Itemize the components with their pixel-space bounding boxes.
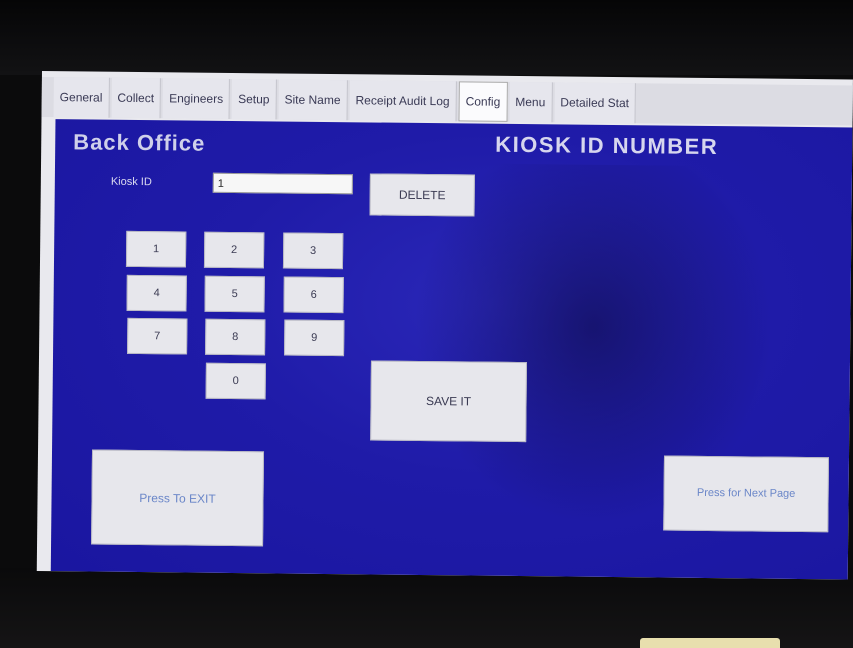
monitor-bezel-bottom [0, 568, 853, 648]
tab-config[interactable]: Config [458, 81, 508, 122]
config-panel: Back Office KIOSK ID NUMBER Kiosk ID 1 D… [50, 119, 853, 580]
key-6-button[interactable]: 6 [283, 276, 344, 314]
tab-engineers[interactable]: Engineers [162, 78, 231, 119]
page-title: KIOSK ID NUMBER [495, 131, 719, 160]
key-9-button[interactable]: 9 [284, 319, 345, 357]
exit-button[interactable]: Press To EXIT [91, 449, 265, 547]
tab-site-name[interactable]: Site Name [278, 79, 348, 121]
tab-menu[interactable]: Menu [509, 81, 553, 123]
section-title: Back Office [73, 129, 206, 156]
monitor-bezel-top [0, 0, 853, 75]
tab-receipt-audit-log[interactable]: Receipt Audit Log [349, 80, 457, 122]
tab-bar: General Collect Engineers Setup Site Nam… [41, 76, 853, 126]
key-7-button[interactable]: 7 [127, 317, 188, 355]
tab-general[interactable]: General [53, 77, 110, 118]
key-0-button[interactable]: 0 [205, 362, 266, 400]
next-page-button[interactable]: Press for Next Page [663, 455, 829, 533]
save-button[interactable]: SAVE IT [370, 360, 527, 443]
light-reflection [640, 638, 780, 648]
key-8-button[interactable]: 8 [205, 318, 266, 356]
key-4-button[interactable]: 4 [126, 274, 187, 312]
kiosk-id-input[interactable]: 1 [212, 172, 353, 195]
delete-button[interactable]: DELETE [369, 173, 475, 217]
tab-setup[interactable]: Setup [231, 78, 277, 120]
key-1-button[interactable]: 1 [125, 230, 187, 268]
tab-detailed-stat[interactable]: Detailed Stat [554, 82, 637, 124]
kiosk-screen: General Collect Engineers Setup Site Nam… [36, 71, 853, 580]
key-5-button[interactable]: 5 [204, 275, 265, 313]
key-2-button[interactable]: 2 [203, 231, 265, 269]
key-3-button[interactable]: 3 [282, 232, 344, 270]
tab-collect[interactable]: Collect [111, 77, 162, 119]
kiosk-id-label: Kiosk ID [110, 175, 152, 189]
